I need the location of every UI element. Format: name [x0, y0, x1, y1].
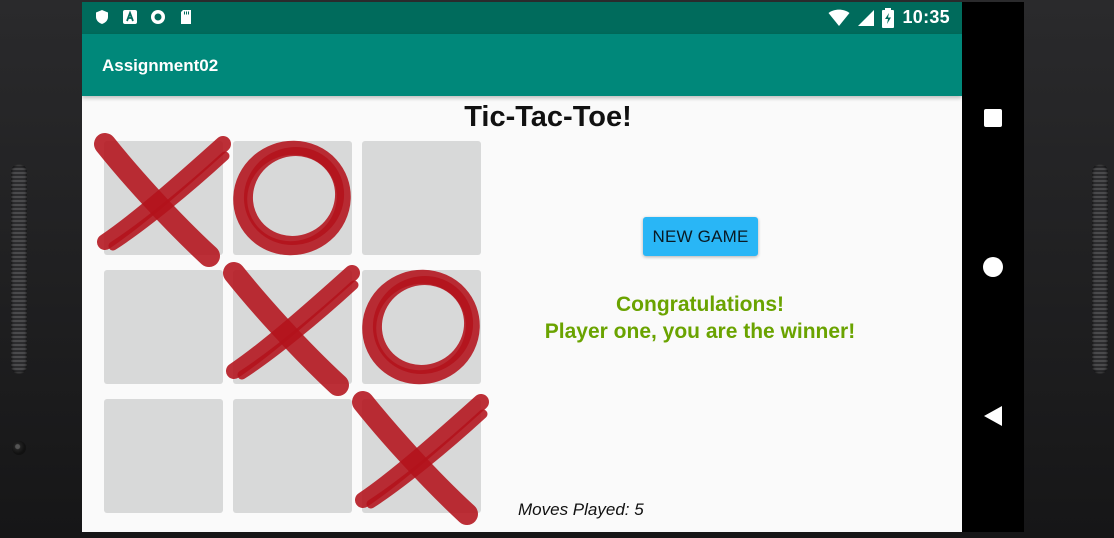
front-camera — [12, 441, 26, 455]
sd-card-icon — [181, 10, 191, 24]
o-mark — [362, 269, 480, 385]
recents-square-icon — [984, 109, 1002, 127]
board-cell-0-2[interactable] — [362, 141, 481, 255]
recents-button[interactable] — [962, 88, 1024, 148]
o-mark — [233, 140, 351, 256]
board-cell-2-1[interactable] — [233, 399, 352, 513]
home-button[interactable] — [962, 237, 1024, 297]
a-icon — [123, 10, 137, 24]
wifi-icon — [828, 9, 850, 26]
navigation-bar — [962, 2, 1024, 532]
game-title: Tic-Tac-Toe! — [464, 101, 632, 133]
new-game-button[interactable]: NEW GAME — [643, 217, 758, 256]
home-circle-icon — [983, 257, 1003, 277]
x-mark — [223, 262, 360, 396]
app-bar: Assignment02 — [82, 34, 962, 96]
screen: 10:35 Assignment02 Tic-Tac-Toe! NEW GAME… — [82, 2, 962, 532]
back-triangle-icon — [984, 406, 1002, 426]
x-mark — [352, 391, 489, 525]
x-mark — [94, 133, 231, 267]
signal-icon — [858, 9, 875, 26]
app-title: Assignment02 — [102, 56, 219, 75]
speaker-grille-left — [11, 164, 27, 374]
speaker-grille-right — [1092, 164, 1108, 374]
status-clock: 10:35 — [902, 7, 950, 27]
winner-line-2: Player one, you are the winner! — [544, 320, 856, 343]
circle-icon — [151, 10, 165, 24]
moves-played-label: Moves Played: 5 — [518, 500, 644, 519]
status-bar: 10:35 — [82, 2, 962, 34]
battery-charging-icon — [882, 7, 895, 28]
back-button[interactable] — [962, 386, 1024, 446]
board-cell-2-0[interactable] — [104, 399, 223, 513]
winner-line-1: Congratulations! — [616, 293, 784, 316]
winner-message: Congratulations! Player one, you are the… — [500, 291, 900, 345]
board-cell-1-0[interactable] — [104, 270, 223, 384]
shield-icon — [96, 10, 108, 24]
